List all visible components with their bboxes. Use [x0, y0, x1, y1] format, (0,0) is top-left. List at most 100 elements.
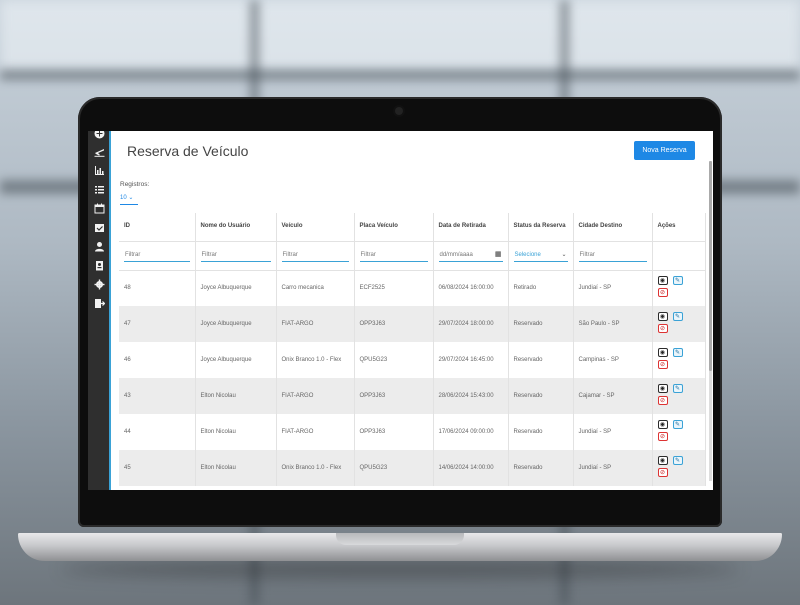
cell-city: Campinas - SP [573, 342, 653, 378]
bg-sky [0, 0, 800, 70]
view-button[interactable]: ◉ [657, 348, 668, 357]
cell-date: 29/07/2024 18:00:00 [433, 306, 509, 342]
records-select[interactable]: 10 ⌄ [120, 193, 138, 205]
ban-icon: ⊘ [659, 434, 666, 440]
filter-plate-input[interactable]: Filtrar [359, 249, 428, 262]
scrollbar-thumb[interactable] [709, 161, 712, 371]
cancel-button[interactable]: ⊘ [657, 468, 668, 477]
edit-button[interactable]: ✎ [672, 348, 683, 357]
pencil-icon: ✎ [674, 278, 681, 285]
cell-status: Retirado [508, 270, 574, 306]
filter-date-input[interactable]: dd/mm/aaaa ▦ [438, 249, 503, 262]
cell-vehicle: FIAT-ARGO [276, 306, 355, 342]
view-button[interactable]: ◉ [657, 384, 668, 393]
table-row: 44 Elton Nicolau FIAT-ARGO OPP3J63 17/06/202… [119, 414, 706, 450]
user-icon[interactable] [94, 241, 105, 252]
edit-button[interactable]: ✎ [672, 384, 683, 393]
page-title: Reserva de Veículo [127, 143, 249, 159]
cell-vehicle: FIAT-ARGO [276, 378, 355, 414]
pencil-icon: ✎ [674, 422, 681, 428]
eye-icon: ◉ [659, 386, 666, 392]
reservations-table: ID Nome do Usuário Veículo Placa Veículo… [119, 213, 706, 486]
cell-user: Joyce Albuquerque [195, 306, 277, 342]
calendar-icon[interactable]: ▦ [495, 249, 502, 261]
cell-city: Jundiaí - SP [573, 414, 653, 450]
view-button[interactable]: ◉ [657, 312, 668, 321]
cancel-button[interactable]: ⊘ [657, 396, 668, 405]
row-actions: ◉ ✎ ⊘ [657, 311, 700, 337]
eye-icon: ◉ [659, 458, 666, 464]
cell-city: Cajamar - SP [573, 378, 653, 414]
cell-user: Joyce Albuquerque [195, 270, 277, 306]
cell-user: Elton Nicolau [195, 414, 277, 450]
cell-vehicle: Carro mecanica [276, 270, 355, 306]
logout-icon[interactable] [94, 298, 106, 309]
filter-user-input[interactable]: Filtrar [200, 249, 271, 262]
cancel-button[interactable]: ⊘ [657, 360, 668, 369]
column-header-plate[interactable]: Placa Veículo [354, 213, 434, 242]
pencil-icon: ✎ [674, 458, 681, 464]
filter-vehicle-input[interactable]: Filtrar [281, 249, 349, 262]
pencil-icon: ✎ [674, 314, 681, 320]
pencil-icon: ✎ [674, 386, 681, 392]
column-header-city[interactable]: Cidade Destino [573, 213, 653, 242]
row-actions: ◉ ✎ ⊘ [657, 347, 700, 373]
pencil-icon: ✎ [674, 350, 681, 356]
view-button[interactable]: ◉ [657, 456, 668, 465]
view-button[interactable]: ◉ [657, 276, 668, 286]
new-reservation-button[interactable]: Nova Reserva [634, 141, 695, 160]
table-row: 43 Elton Nicolau FIAT-ARGO OPP3J63 28/06/202… [119, 378, 706, 414]
edit-button[interactable]: ✎ [672, 276, 683, 286]
edit-button[interactable]: ✎ [672, 420, 683, 429]
column-header-status[interactable]: Status da Reserva [508, 213, 574, 242]
cell-vehicle: FIAT-ARGO [276, 414, 355, 450]
cell-date: 28/06/2024 15:43:00 [433, 378, 509, 414]
column-header-date[interactable]: Data de Retirada [433, 213, 509, 242]
cell-vehicle: Onix Branco 1.0 - Flex [276, 450, 355, 486]
edit-button[interactable]: ✎ [672, 456, 683, 465]
column-header-id[interactable]: ID [119, 213, 196, 242]
camera [395, 107, 403, 115]
cell-user: Elton Nicolau [195, 450, 277, 486]
column-header-vehicle[interactable]: Veículo [276, 213, 355, 242]
calendar-icon[interactable] [94, 203, 105, 214]
cell-plate: ECF2525 [354, 270, 434, 306]
cell-id: 48 [119, 270, 196, 306]
bar-chart-icon[interactable] [94, 165, 105, 176]
cancel-button[interactable]: ⊘ [657, 288, 668, 298]
cell-plate: OPP3J63 [354, 306, 434, 342]
cell-actions: ◉ ✎ ⊘ [652, 414, 706, 450]
cell-city: Jundiaí - SP [573, 270, 653, 306]
column-header-user[interactable]: Nome do Usuário [195, 213, 277, 242]
plane-icon[interactable] [94, 146, 105, 157]
filter-id-input[interactable]: Filtrar [124, 249, 190, 262]
cell-city: Jundiaí - SP [573, 450, 653, 486]
edit-button[interactable]: ✎ [672, 312, 683, 321]
sidebar [88, 131, 111, 490]
cell-status: Reservado [508, 378, 574, 414]
filter-status-select[interactable]: Selecione ⌄ [513, 249, 568, 262]
add-circle-icon[interactable] [94, 131, 105, 139]
cell-user: Elton Nicolau [195, 378, 277, 414]
cell-status: Reservado [508, 414, 574, 450]
laptop-shadow [60, 560, 740, 578]
cell-plate: QPU5G23 [354, 342, 434, 378]
row-actions: ◉ ✎ ⊘ [657, 455, 700, 481]
cancel-button[interactable]: ⊘ [657, 324, 668, 333]
ban-icon: ⊘ [659, 470, 666, 476]
cancel-button[interactable]: ⊘ [657, 432, 668, 441]
id-card-icon[interactable] [94, 260, 105, 271]
ban-icon: ⊘ [659, 326, 666, 332]
cell-city: São Paulo - SP [573, 306, 653, 342]
filter-city-input[interactable]: Filtrar [578, 249, 647, 262]
calendar-check-icon[interactable] [94, 222, 105, 233]
cell-actions: ◉ ✎ ⊘ [652, 270, 706, 306]
eye-icon: ◉ [659, 278, 666, 285]
gear-icon[interactable] [94, 279, 105, 290]
cell-actions: ◉ ✎ ⊘ [652, 450, 706, 486]
list-icon[interactable] [94, 184, 105, 195]
cell-actions: ◉ ✎ ⊘ [652, 378, 706, 414]
view-button[interactable]: ◉ [657, 420, 668, 429]
cell-plate: OPP3J63 [354, 378, 434, 414]
cell-status: Reservado [508, 450, 574, 486]
